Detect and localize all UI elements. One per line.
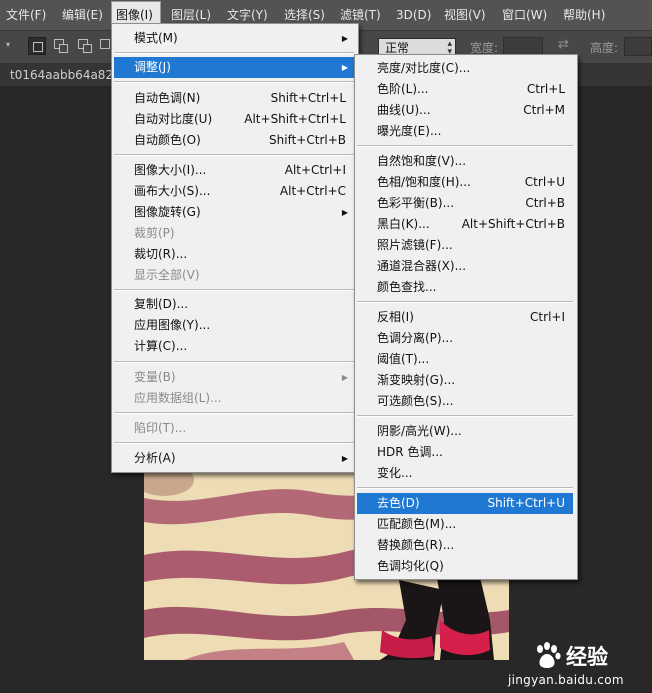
style-select-value: 正常	[385, 41, 410, 55]
menu-item-invert[interactable]: 反相(I) Ctrl+I	[357, 307, 573, 328]
height-label: 高度:	[590, 41, 619, 55]
submenu-arrow-icon: ▶	[341, 63, 348, 72]
menu-item-variables: 变量(B) ▶	[114, 367, 354, 388]
menu-file[interactable]: 文件(F)	[6, 0, 46, 30]
menu-separator	[357, 145, 573, 147]
menu-item-vibrance[interactable]: 自然饱和度(V)...	[357, 151, 573, 172]
menu-item-desaturate[interactable]: 去色(D) Shift+Ctrl+U	[357, 493, 573, 514]
menu-item-curves[interactable]: 曲线(U)... Ctrl+M	[357, 100, 573, 121]
menu-separator	[357, 301, 573, 303]
baidu-jingyan-watermark: 经验 jingyan.baidu.com	[503, 636, 651, 692]
watermark-url: jingyan.baidu.com	[508, 673, 624, 687]
menu-item-selective-color[interactable]: 可选颜色(S)...	[357, 391, 573, 412]
watermark-word: 经验	[566, 645, 608, 669]
menu-item-variations[interactable]: 变化...	[357, 463, 573, 484]
menu-item-analysis[interactable]: 分析(A) ▶	[114, 448, 354, 469]
menu-separator	[357, 415, 573, 417]
baidu-paw-logo-icon	[537, 642, 561, 668]
menu-item-replace-color[interactable]: 替换颜色(R)...	[357, 535, 573, 556]
menu-edit[interactable]: 编辑(E)	[62, 0, 103, 30]
submenu-arrow-icon: ▶	[341, 208, 348, 217]
menu-item-apply-data-set: 应用数据组(L)...	[134, 391, 222, 405]
menu-item-threshold[interactable]: 阈值(T)...	[357, 349, 573, 370]
menu-item-calculations[interactable]: 计算(C)...	[114, 336, 354, 357]
menu-separator	[114, 412, 354, 414]
menu-item-photo-filter[interactable]: 照片滤镜(F)...	[357, 235, 573, 256]
add-selection-button[interactable]	[52, 37, 70, 55]
submenu-arrow-icon: ▶	[341, 373, 348, 382]
menu-item-brightness-contrast[interactable]: 亮度/对比度(C)...	[357, 58, 573, 79]
menu-item-image-rotation[interactable]: 图像旋转(G) ▶	[114, 202, 354, 223]
menu-separator	[114, 289, 354, 291]
image-menu: 模式(M) ▶ 调整(J) ▶ 自动色调(N) Shift+Ctrl+L 自动对比度(…	[111, 23, 359, 473]
menu-item-auto-contrast[interactable]: 自动对比度(U) Alt+Shift+Ctrl+L	[114, 109, 354, 130]
menu-separator	[114, 52, 354, 54]
menu-item-crop: 裁剪(P)	[134, 226, 175, 240]
submenu-arrow-icon: ▶	[341, 34, 348, 43]
menu-item-trim[interactable]: 裁切(R)...	[114, 244, 354, 265]
menu-help[interactable]: 帮助(H)	[563, 0, 605, 30]
menu-item-shadows-highlights[interactable]: 阴影/高光(W)...	[357, 421, 573, 442]
menu-item-gradient-map[interactable]: 渐变映射(G)...	[357, 370, 573, 391]
subtract-selection-button[interactable]	[76, 37, 94, 55]
menu-item-equalize[interactable]: 色调均化(Q)	[357, 556, 573, 577]
height-field[interactable]	[624, 37, 652, 56]
menu-item-auto-color[interactable]: 自动颜色(O) Shift+Ctrl+B	[114, 130, 354, 151]
tool-preset-chevron-icon[interactable]: ▾	[6, 40, 10, 49]
menu-separator	[357, 487, 573, 489]
menu-item-hue-saturation[interactable]: 色相/饱和度(H)... Ctrl+U	[357, 172, 573, 193]
menu-item-trap: 陷印(T)...	[134, 421, 187, 435]
menu-separator	[114, 154, 354, 156]
menu-view[interactable]: 视图(V)	[444, 0, 486, 30]
menu-item-image-size[interactable]: 图像大小(I)... Alt+Ctrl+I	[114, 160, 354, 181]
swap-icon[interactable]: ⇄	[558, 37, 569, 52]
submenu-arrow-icon: ▶	[341, 454, 348, 463]
menu-item-hdr-toning[interactable]: HDR 色调...	[357, 442, 573, 463]
menu-item-black-white[interactable]: 黑白(K)... Alt+Shift+Ctrl+B	[357, 214, 573, 235]
menu-item-color-lookup[interactable]: 颜色查找...	[357, 277, 573, 298]
menu-item-reveal-all: 显示全部(V)	[134, 268, 200, 282]
menu-item-adjust[interactable]: 调整(J) ▶	[114, 57, 354, 78]
menu-item-canvas-size[interactable]: 画布大小(S)... Alt+Ctrl+C	[114, 181, 354, 202]
menu-item-channel-mixer[interactable]: 通道混合器(X)...	[357, 256, 573, 277]
menu-3d[interactable]: 3D(D)	[396, 0, 431, 30]
new-selection-button[interactable]	[28, 37, 46, 55]
menu-item-posterize[interactable]: 色调分离(P)...	[357, 328, 573, 349]
menu-item-color-balance[interactable]: 色彩平衡(B)... Ctrl+B	[357, 193, 573, 214]
adjustments-submenu: 亮度/对比度(C)... 色阶(L)... Ctrl+L 曲线(U)... Ctrl…	[354, 54, 578, 580]
menu-item-match-color[interactable]: 匹配颜色(M)...	[357, 514, 573, 535]
menu-window[interactable]: 窗口(W)	[502, 0, 547, 30]
menu-separator	[114, 442, 354, 444]
menu-item-exposure[interactable]: 曝光度(E)...	[357, 121, 573, 142]
menu-item-duplicate[interactable]: 复制(D)...	[114, 294, 354, 315]
menu-item-levels[interactable]: 色阶(L)... Ctrl+L	[357, 79, 573, 100]
menu-item-mode[interactable]: 模式(M) ▶	[114, 28, 354, 49]
menu-separator	[114, 361, 354, 363]
menu-item-apply-image[interactable]: 应用图像(Y)...	[114, 315, 354, 336]
menu-separator	[114, 81, 354, 83]
menu-item-auto-tone[interactable]: 自动色调(N) Shift+Ctrl+L	[114, 88, 354, 109]
